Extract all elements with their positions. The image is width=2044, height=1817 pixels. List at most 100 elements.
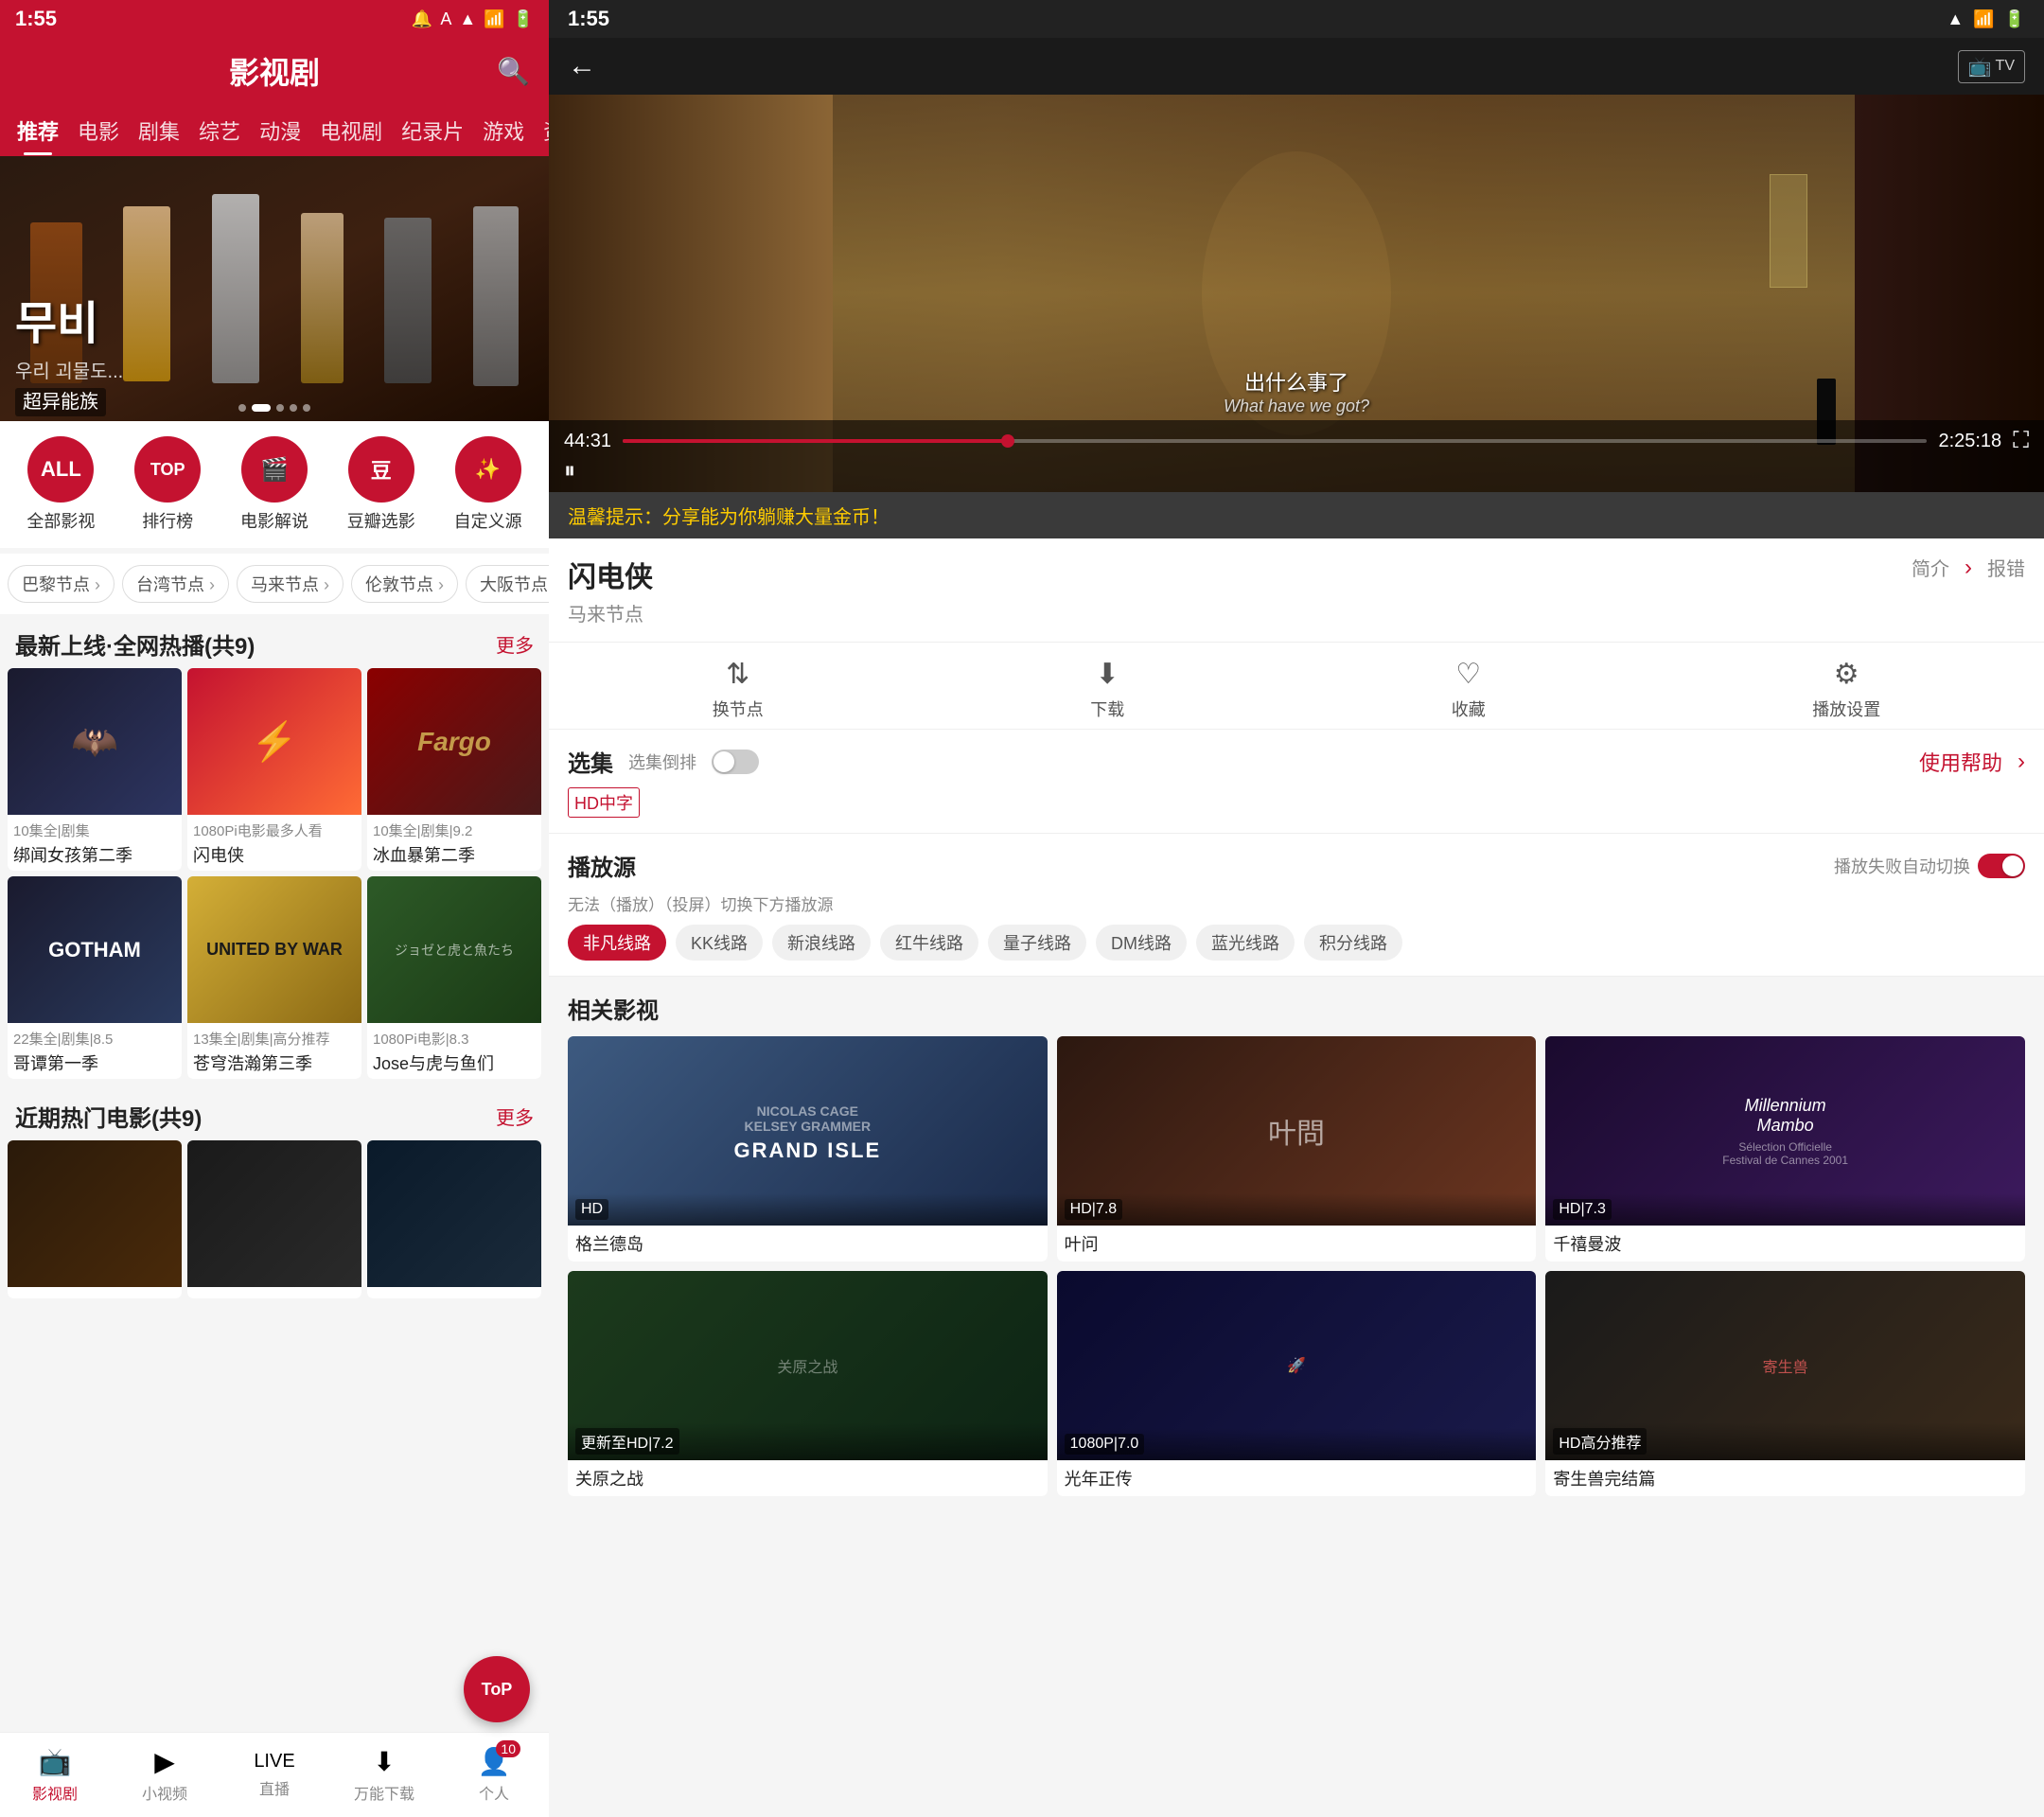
movie-card-9[interactable] — [367, 1140, 541, 1298]
bottom-nav: 📺 影视剧 ▶ 小视频 LIVE 直播 ⬇ 万能下载 👤 个人 10 — [0, 1732, 549, 1817]
movie-card-3[interactable]: Fargo 10集全|剧集|9.2 冰血暴第二季 — [367, 668, 541, 871]
play-pause-button[interactable]: ⏸ — [564, 458, 575, 485]
bnav-profile[interactable]: 👤 个人 10 — [439, 1733, 549, 1817]
tv-button[interactable]: 📺 TV — [1958, 50, 2025, 83]
movie-card-2[interactable]: ⚡ 1080Pi电影最多人看 闪电侠 — [187, 668, 361, 871]
section2-more[interactable]: 更多 — [496, 1103, 534, 1130]
nav-tab-game[interactable]: 游戏 — [473, 110, 534, 151]
source-node-xinlang[interactable]: 新浪线路 — [772, 925, 871, 961]
related-card-5[interactable]: 🚀 1080P|7.0 光年正传 — [1057, 1271, 1537, 1496]
float-top-button[interactable]: ToP — [464, 1656, 530, 1722]
report-button[interactable]: 报错 — [1987, 554, 2025, 581]
movie-card-5[interactable]: UNITED BY WAR 13集全|剧集|高分推荐 苍穹浩瀚第三季 — [187, 876, 361, 1079]
bnav-download[interactable]: ⬇ 万能下载 — [329, 1733, 439, 1817]
episodes-sort-toggle[interactable] — [712, 750, 759, 774]
related-thumb-6: 寄生兽 HD高分推荐 — [1545, 1271, 2025, 1460]
movie-name-5: 苍穹浩瀚第三季 — [193, 1050, 356, 1075]
hd-badge: HD中字 — [568, 787, 640, 818]
search-icon[interactable]: 🔍 — [497, 56, 530, 87]
movie-badge-3: 10集全|剧集|9.2 — [373, 820, 536, 840]
qa-douban[interactable]: 豆 豆瓣选影 — [327, 436, 434, 533]
movie-card-8[interactable] — [187, 1140, 361, 1298]
qa-custom[interactable]: ✨ 自定义源 — [434, 436, 541, 533]
movie-card-4[interactable]: GOTHAM 22集全|剧集|8.5 哥谭第一季 — [8, 876, 182, 1079]
qa-explain[interactable]: 🎬 电影解说 — [221, 436, 328, 533]
favorite-label: 收藏 — [1452, 697, 1486, 721]
episodes-help[interactable]: 使用帮助 — [1919, 747, 2002, 777]
source-node-jifen[interactable]: 积分线路 — [1304, 925, 1402, 961]
episodes-sort: 选集倒排 — [628, 750, 696, 774]
bnav-videodrama[interactable]: 📺 影视剧 — [0, 1733, 110, 1817]
node-osaka[interactable]: 大阪节点 — [466, 565, 549, 603]
bnav-shortvideo[interactable]: ▶ 小视频 — [110, 1733, 220, 1817]
qa-custom-label: 自定义源 — [454, 508, 522, 533]
source-note: 无法（播放）（投屏）切换下方播放源 — [568, 891, 2025, 915]
nav-tab-variety[interactable]: 综艺 — [189, 110, 250, 151]
node-malaysia[interactable]: 马来节点 — [237, 565, 344, 603]
action-playback-settings[interactable]: ⚙ 播放设置 — [1812, 658, 1880, 721]
auto-switch-toggle[interactable] — [1978, 854, 2025, 878]
qa-top[interactable]: TOP 排行榜 — [115, 436, 221, 533]
intro-button[interactable]: 简介 — [1912, 554, 1949, 581]
source-node-languang[interactable]: 蓝光线路 — [1196, 925, 1295, 961]
node-london[interactable]: 伦敦节点 — [351, 565, 458, 603]
toggle-knob — [714, 751, 734, 772]
movie-info-4: 22集全|剧集|8.5 哥谭第一季 — [8, 1023, 182, 1079]
right-status-bar: 1:55 ▲ 📶 🔋 — [549, 0, 2044, 38]
app-header: 影视剧 🔍 — [0, 38, 549, 104]
qa-explain-label: 电影解说 — [240, 508, 308, 533]
action-download[interactable]: ⬇ 下载 — [1090, 658, 1124, 721]
bnav-live[interactable]: LIVE 直播 — [220, 1733, 329, 1817]
source-node-dm[interactable]: DM线路 — [1096, 925, 1187, 961]
section1-more[interactable]: 更多 — [496, 630, 534, 658]
related-section: 相关影视 NICOLAS CAGEKELSEY GRAMMER GRAND IS… — [549, 977, 2044, 1817]
related-card-6[interactable]: 寄生兽 HD高分推荐 寄生兽完结篇 — [1545, 1271, 2025, 1496]
banner[interactable]: 무비 우리 괴물도... 超异能族 — [0, 156, 549, 421]
video-progress-bar: 44:31 2:25:18 ⛶ — [564, 428, 2029, 454]
source-node-kk[interactable]: KK线路 — [676, 925, 763, 961]
back-button[interactable]: ← — [568, 50, 596, 82]
bnav-videodrama-label: 影视剧 — [32, 1781, 78, 1804]
movie-name-4: 哥谭第一季 — [13, 1050, 176, 1075]
nav-tab-movie[interactable]: 电影 — [68, 110, 129, 151]
video-controls: 44:31 2:25:18 ⛶ ⏸ — [549, 420, 2044, 492]
related-card-3[interactable]: Millennium Mambo Sélection OfficielleFes… — [1545, 1036, 2025, 1261]
nav-tab-anime[interactable]: 动漫 — [250, 110, 310, 151]
nav-tab-series[interactable]: 剧集 — [129, 110, 189, 151]
movie-card-6[interactable]: ジョゼと虎と魚たち 1080Pi电影|8.3 Jose与虎与鱼们 — [367, 876, 541, 1079]
app-title: 影视剧 — [229, 49, 320, 93]
source-node-hongniu[interactable]: 红牛线路 — [880, 925, 978, 961]
movie-card-1[interactable]: 🦇 10集全|剧集 绑闻女孩第二季 — [8, 668, 182, 871]
banner-subtitle: 우리 괴물도... — [15, 356, 123, 383]
movie-card-7[interactable] — [8, 1140, 182, 1298]
banner-dots — [238, 404, 310, 412]
quick-actions: ALL 全部影视 TOP 排行榜 🎬 电影解说 豆 豆瓣选影 ✨ 自 — [0, 421, 549, 548]
nav-tab-tv[interactable]: 电视剧 — [310, 110, 392, 151]
progress-track[interactable] — [623, 439, 1927, 443]
node-paris[interactable]: 巴黎节点 — [8, 565, 115, 603]
action-favorite[interactable]: ♡ 收藏 — [1452, 658, 1486, 721]
related-card-4[interactable]: 关原之战 更新至HD|7.2 关原之战 — [568, 1271, 1048, 1496]
related-card-1[interactable]: NICOLAS CAGEKELSEY GRAMMER GRAND ISLE HD… — [568, 1036, 1048, 1261]
bnav-live-label: 直播 — [259, 1776, 290, 1799]
movie-grid-1: 🦇 10集全|剧集 绑闻女孩第二季 ⚡ 1080Pi电影最多人看 闪电侠 Far… — [0, 668, 549, 1086]
qa-custom-icon: ✨ — [455, 436, 521, 503]
wifi-icon: ▲ — [459, 9, 476, 29]
related-card-2[interactable]: 叶問 HD|7.8 叶问 — [1057, 1036, 1537, 1261]
server-nodes: 巴黎节点 台湾节点 马来节点 伦敦节点 大阪节点 海外节 — [0, 554, 549, 614]
right-panel: 1:55 ▲ 📶 🔋 ← 📺 TV 出什么事了 What have we got… — [549, 0, 2044, 1817]
left-time: 1:55 — [15, 7, 57, 31]
nav-tab-doc[interactable]: 纪录片 — [392, 110, 473, 151]
movie-name-1: 绑闻女孩第二季 — [13, 842, 176, 867]
nav-tab-recommend[interactable]: 推荐 — [8, 110, 68, 151]
nav-tab-news[interactable]: 资讯 — [534, 110, 549, 151]
qa-all-label: 全部影视 — [26, 508, 95, 533]
qa-all[interactable]: ALL 全部影视 — [8, 436, 115, 533]
video-scene: 出什么事了 What have we got? 44:31 2:25:18 ⛶ … — [549, 95, 2044, 492]
source-node-fenfan[interactable]: 非凡线路 — [568, 925, 666, 961]
action-switch-node[interactable]: ⇅ 换节点 — [713, 658, 764, 721]
node-taiwan[interactable]: 台湾节点 — [122, 565, 229, 603]
source-node-liangzi[interactable]: 量子线路 — [988, 925, 1086, 961]
fullscreen-button[interactable]: ⛶ — [2013, 428, 2029, 454]
related-grid: NICOLAS CAGEKELSEY GRAMMER GRAND ISLE HD… — [568, 1036, 2025, 1496]
